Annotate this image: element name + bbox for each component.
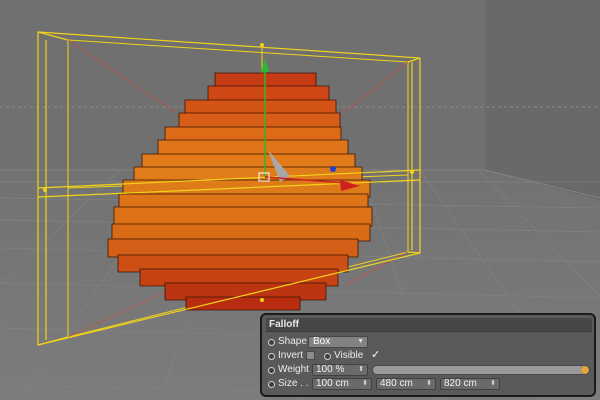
size-x-input[interactable]: 100 cm ⬍ (312, 378, 372, 390)
shape-animation-dot[interactable] (268, 339, 275, 346)
weight-slider-knob[interactable] (581, 366, 589, 374)
size-x-value: 100 cm (316, 378, 349, 389)
shape-row: Shape Box ▼ (268, 335, 592, 349)
visible-checkbox[interactable]: ✓ (371, 350, 380, 361)
spinner-arrows-icon[interactable]: ⬍ (490, 379, 496, 389)
back-wall-corner (485, 0, 600, 200)
size-animation-dot[interactable] (268, 381, 275, 388)
panel-title: Falloff (266, 318, 592, 332)
spinner-arrows-icon[interactable]: ⬍ (426, 379, 432, 389)
size-z-value: 820 cm (444, 378, 477, 389)
weight-label: Weight (278, 364, 309, 375)
invert-animation-dot[interactable] (268, 353, 275, 360)
weight-slider[interactable] (372, 365, 590, 375)
weight-row: Weight 100 % ⬍ (268, 363, 592, 377)
shape-dropdown[interactable]: Box ▼ (308, 336, 368, 348)
shape-value: Box (313, 336, 331, 347)
invert-label: Invert (278, 350, 304, 361)
chevron-down-icon: ▼ (357, 338, 364, 345)
size-y-input[interactable]: 480 cm ⬍ (376, 378, 436, 390)
weight-slider-fill (373, 366, 581, 374)
invert-checkbox[interactable] (306, 351, 315, 360)
size-z-input[interactable]: 820 cm ⬍ (440, 378, 500, 390)
weight-input[interactable]: 100 % ⬍ (312, 364, 368, 376)
falloff-panel: Falloff Shape Box ▼ Invert Visible ✓ Wei… (260, 313, 596, 397)
size-row: Size . . 100 cm ⬍ 480 cm ⬍ 820 cm ⬍ (268, 377, 592, 391)
shape-label: Shape (278, 336, 307, 347)
weight-animation-dot[interactable] (268, 367, 275, 374)
spinner-arrows-icon[interactable]: ⬍ (362, 379, 368, 389)
visible-label: Visible (334, 350, 364, 361)
spinner-arrows-icon[interactable]: ⬍ (358, 365, 364, 375)
invert-visible-row: Invert Visible ✓ (268, 349, 592, 363)
size-y-value: 480 cm (380, 378, 413, 389)
visible-animation-dot[interactable] (324, 353, 331, 360)
size-label: Size . . (278, 378, 309, 389)
weight-value: 100 % (316, 364, 345, 375)
